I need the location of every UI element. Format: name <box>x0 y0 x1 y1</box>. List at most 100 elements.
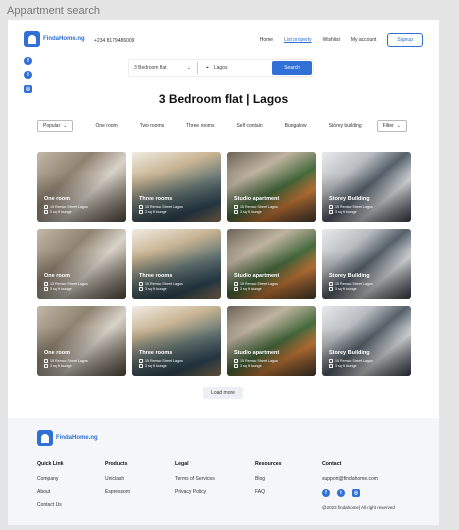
facebook-icon[interactable]: f <box>322 489 330 497</box>
detail-text: 3 sq ft lounge <box>145 364 167 368</box>
filter-label: Filter <box>382 123 394 129</box>
address-text: 15 Remco Street Lagos <box>335 358 373 363</box>
listing-name: Storey Building <box>329 195 370 202</box>
listing-info: One room 15 Remco Street Lagos 3 sq ft lou… <box>44 196 88 214</box>
load-more-button[interactable]: Load more <box>203 387 243 399</box>
location-pin-icon <box>329 204 333 209</box>
address-text: 15 Remco Street Lagos <box>240 204 278 209</box>
detail-text: 3 sq ft lounge <box>335 210 357 214</box>
logo[interactable]: FindaHome.ng <box>24 31 85 47</box>
contact-email[interactable]: support@findahome.com <box>322 476 395 482</box>
listing-address: 15 Remco Street Lagos <box>234 358 279 363</box>
listing-card-three-rooms[interactable]: Three rooms 15 Remco Street Lagos 3 sq ft … <box>132 152 221 222</box>
footer-link-contact-us[interactable]: Contact Us <box>37 502 64 508</box>
listing-info: Three rooms 15 Remco Street Lagos 3 sq ft … <box>139 196 183 214</box>
nav-list-property[interactable]: List property <box>284 37 312 43</box>
footer-link-terms[interactable]: Terms of Services <box>175 476 215 482</box>
listing-card-studio-apartment[interactable]: Studio apartment 15 Remco Street Lagos 3 s… <box>227 229 316 299</box>
listing-card-three-rooms[interactable]: Three rooms 15 Remco Street Lagos 3 sq ft … <box>132 229 221 299</box>
listing-card-studio-apartment[interactable]: Studio apartment 15 Remco Street Lagos 3 s… <box>227 152 316 222</box>
filter-option-self-contain[interactable]: Self contain <box>236 123 262 129</box>
location-pin-icon <box>329 358 333 363</box>
twitter-icon[interactable]: t <box>337 489 345 497</box>
footer-link-uniclash[interactable]: Uniclash <box>105 476 130 482</box>
filter-option-two-rooms[interactable]: Two rooms <box>140 123 164 129</box>
detail-text: 3 sq ft lounge <box>145 287 167 291</box>
listing-name: Storey Building <box>329 349 370 356</box>
area-icon <box>44 364 48 368</box>
detail-text: 3 sq ft lounge <box>240 210 262 214</box>
listing-card-one-room[interactable]: One room 15 Remco Street Lagos 3 sq ft lou… <box>37 306 126 376</box>
listing-name: One room <box>44 272 70 279</box>
listing-name: Studio apartment <box>234 349 280 356</box>
address-text: 15 Remco Street Lagos <box>240 281 278 286</box>
logo-mark-icon <box>24 31 40 47</box>
nav-my-account[interactable]: My account <box>351 37 377 43</box>
footer-link-company[interactable]: Company <box>37 476 64 482</box>
listing-card-one-room[interactable]: One room 15 Remco Street Lagos 3 sq ft lou… <box>37 152 126 222</box>
area-icon <box>44 287 48 291</box>
listing-card-three-rooms[interactable]: Three rooms 15 Remco Street Lagos 3 sq ft … <box>132 306 221 376</box>
footer-link-blog[interactable]: Blog <box>255 476 282 482</box>
nav-home[interactable]: Home <box>260 37 273 43</box>
listing-card-one-room[interactable]: One room 15 Remco Street Lagos 3 sq ft lou… <box>37 229 126 299</box>
listing-detail: 3 sq ft lounge <box>234 287 279 291</box>
facebook-icon[interactable]: f <box>24 57 32 65</box>
listing-info: One room 15 Remco Street Lagos 3 sq ft lou… <box>44 272 88 291</box>
listing-card-storey-building[interactable]: Storey Building 15 Remco Street Lagos 3 sq… <box>322 152 411 222</box>
nav-wishlist[interactable]: Wishlist <box>323 37 340 43</box>
listing-detail: 3 sq ft lounge <box>329 364 373 368</box>
filter-dropdown[interactable]: Filter ⌄ <box>376 120 407 132</box>
filter-option-one-room[interactable]: One room <box>95 123 117 129</box>
logo-text: FindaHome.ng <box>43 36 85 42</box>
page-title: 3 Bedroom flat | Lagos <box>158 92 289 106</box>
property-type-select[interactable]: 3 Bedroom flat ⌄ <box>129 65 197 71</box>
listing-name: Studio apartment <box>234 195 280 202</box>
listing-name: Storey Building <box>329 272 370 279</box>
instagram-icon[interactable]: ◎ <box>352 489 360 497</box>
footer-link-about[interactable]: About <box>37 489 64 495</box>
listing-info: Three rooms 15 Remco Street Lagos 3 sq ft … <box>139 273 183 291</box>
signup-button[interactable]: Signup <box>387 33 423 47</box>
location-pin-icon <box>329 281 333 286</box>
area-icon <box>44 210 48 214</box>
listing-card-storey-building[interactable]: Storey Building 15 Remco Street Lagos 3 sq… <box>322 229 411 299</box>
address-text: 15 Remco Street Lagos <box>240 358 278 363</box>
listing-name: Studio apartment <box>234 272 280 279</box>
search-button[interactable]: Search <box>272 61 312 75</box>
listing-card-storey-building[interactable]: Storey Building 15 Remco Street Lagos 3 sq… <box>322 306 411 376</box>
detail-text: 3 sq ft lounge <box>240 287 262 291</box>
footer-link-privacy[interactable]: Privacy Policy <box>175 489 215 495</box>
listing-detail: 3 sq ft lounge <box>329 210 373 214</box>
address-text: 15 Remco Street Lagos <box>145 204 183 209</box>
location-value: Lagos <box>213 65 228 71</box>
listing-card-studio-apartment[interactable]: Studio apartment 15 Remco Street Lagos 3 s… <box>227 306 316 376</box>
search-bar: 3 Bedroom flat ⌄ ⌖ Lagos Search <box>128 59 314 77</box>
footer-logo[interactable]: FindaHome.ng <box>37 430 98 446</box>
listing-address: 15 Remco Street Lagos <box>139 204 183 209</box>
listing-info: One room 15 Remco Street Lagos 3 sq ft lou… <box>44 350 88 368</box>
logo-mark-icon <box>37 430 53 446</box>
filter-bar: Popular ⌄ One room Two rooms Three rooms… <box>37 120 407 132</box>
listing-address: 15 Remco Street Lagos <box>329 204 373 209</box>
filter-option-storey-building[interactable]: Storey building <box>329 123 362 129</box>
social-links: f t ◎ <box>24 57 32 93</box>
area-icon <box>139 287 143 291</box>
listing-address: 15 Remco Street Lagos <box>139 358 183 363</box>
location-pin-icon <box>44 281 48 286</box>
filter-option-bungalow[interactable]: Bungalow <box>285 123 307 129</box>
footer-heading: Legal <box>175 461 189 467</box>
listing-detail: 3 sq ft lounge <box>139 210 183 214</box>
filter-option-three-rooms[interactable]: Three rooms <box>186 123 214 129</box>
listing-detail: 3 sq ft lounge <box>234 210 279 214</box>
footer-link-espressom[interactable]: Espressom <box>105 489 130 495</box>
footer-link-faq[interactable]: FAQ <box>255 489 282 495</box>
listing-detail: 3 sq ft lounge <box>234 364 279 368</box>
listing-address: 15 Remco Street Lagos <box>44 281 88 286</box>
area-icon <box>234 287 238 291</box>
location-input[interactable]: ⌖ Lagos <box>198 65 272 71</box>
area-icon <box>139 364 143 368</box>
sort-dropdown[interactable]: Popular ⌄ <box>37 120 74 132</box>
twitter-icon[interactable]: t <box>24 71 32 79</box>
listing-name: Three rooms <box>139 349 173 356</box>
